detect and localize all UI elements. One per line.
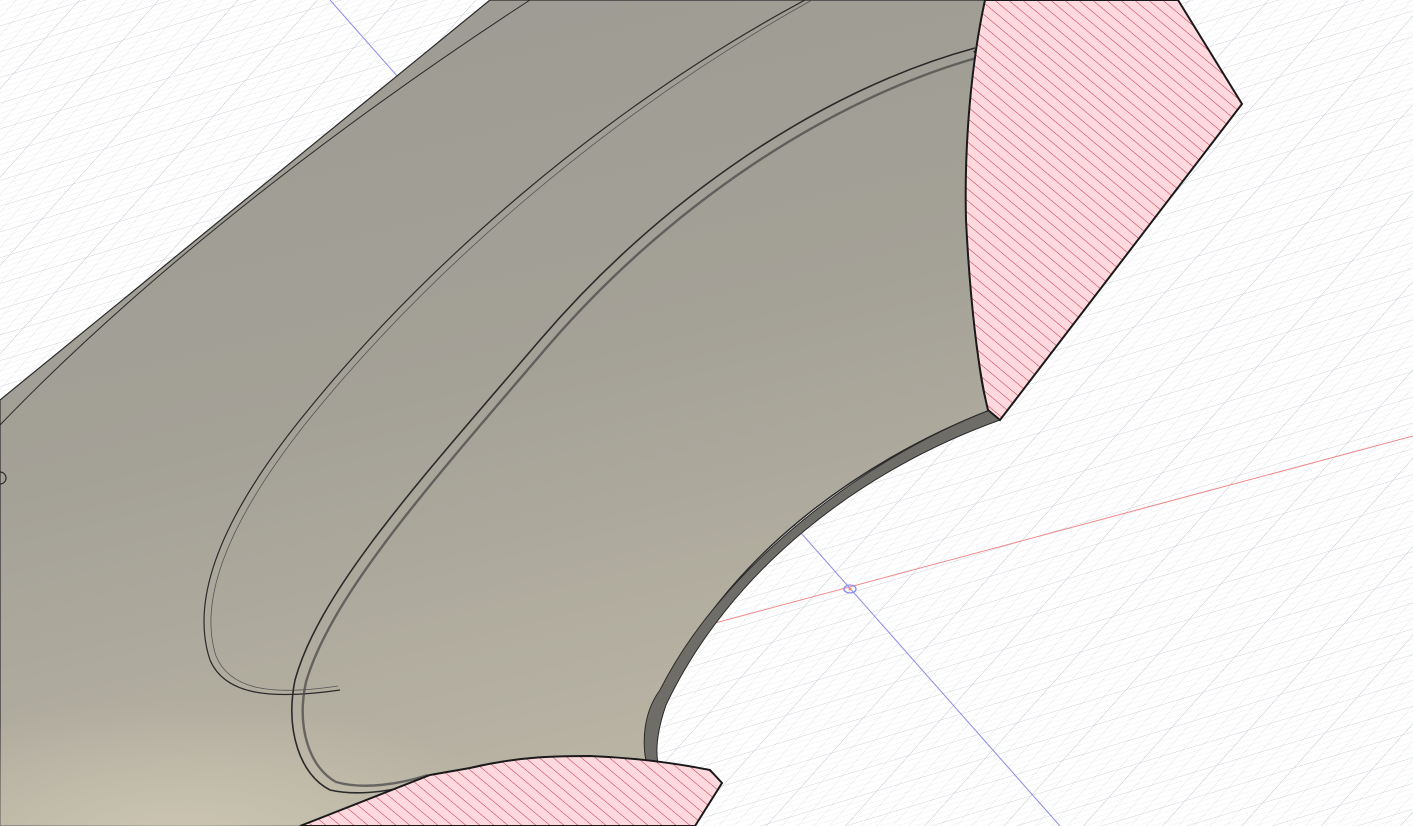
cad-viewport[interactable] [0, 0, 1413, 826]
viewport-canvas[interactable] [0, 0, 1413, 826]
